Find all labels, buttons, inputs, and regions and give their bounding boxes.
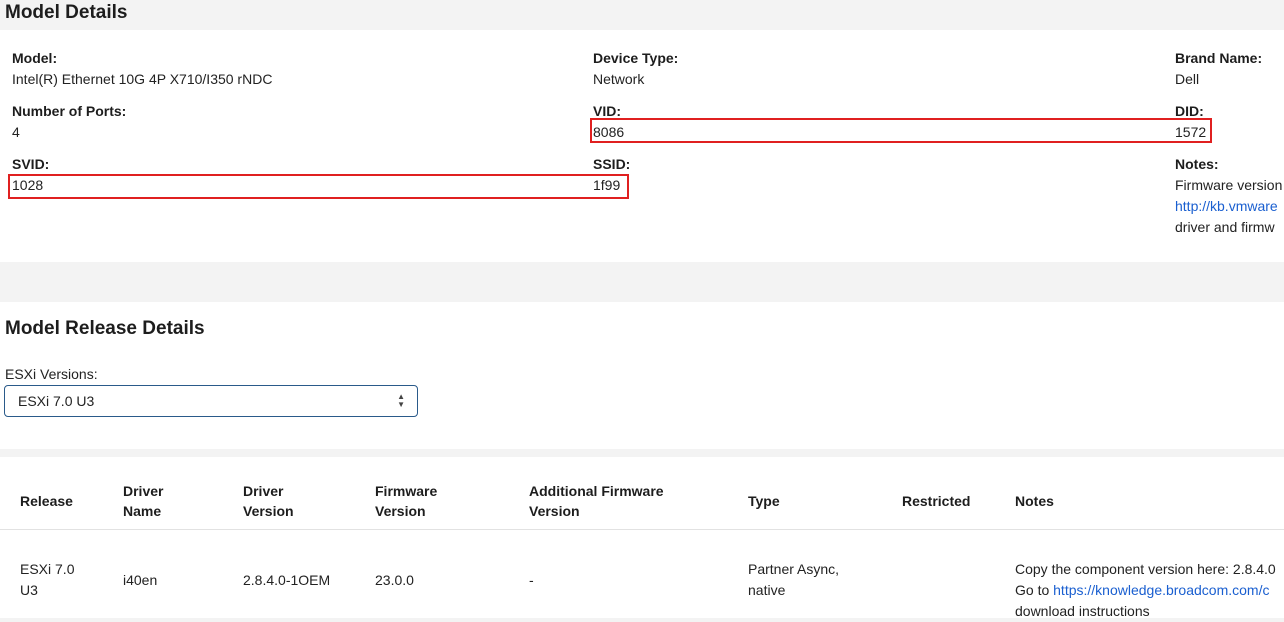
th-driver-version-line2: Version: [243, 503, 294, 519]
notes-line-3: driver and firmw: [1175, 219, 1275, 235]
model-release-title: Model Release Details: [5, 318, 205, 339]
ssid-label: SSID:: [593, 156, 631, 172]
td-notes-goto: Go to: [1015, 582, 1054, 598]
td-type: Partner Async, native: [748, 559, 839, 601]
device-type-value: Network: [593, 71, 645, 87]
ports-field: Number of Ports: 4: [12, 101, 126, 143]
model-value: Intel(R) Ethernet 10G 4P X710/I350 rNDC: [12, 71, 273, 87]
th-addl-fw-line1: Additional Firmware: [529, 483, 664, 499]
vid-did-highlight-box: [590, 118, 1212, 143]
th-firmware-line1: Firmware: [375, 483, 438, 499]
device-type-field: Device Type: Network: [593, 48, 678, 90]
brand-value: Dell: [1175, 71, 1200, 87]
model-field: Model: Intel(R) Ethernet 10G 4P X710/I35…: [12, 48, 272, 90]
th-firmware-version: Firmware Version: [375, 481, 437, 521]
td-notes-line2: Go to https://knowledge.broadcom.com/c: [1015, 580, 1284, 601]
model-details-title: Model Details: [5, 2, 128, 23]
th-additional-firmware: Additional Firmware Version: [529, 481, 664, 521]
notes-line-1: Firmware version: [1175, 177, 1283, 193]
notes-label: Notes:: [1175, 156, 1219, 172]
td-type-line1: Partner Async,: [748, 561, 840, 577]
device-type-label: Device Type:: [593, 50, 679, 66]
th-release: Release: [20, 493, 73, 509]
ports-value: 4: [12, 124, 20, 140]
table-row-release: ESXi 7.0 U3: [20, 559, 74, 601]
ports-label: Number of Ports:: [12, 103, 127, 119]
td-release-line1: ESXi 7.0: [20, 561, 75, 577]
th-driver-version: Driver Version: [243, 481, 294, 521]
th-type: Type: [748, 493, 780, 509]
esxi-versions-select[interactable]: ESXi 7.0 U3 ▲ ▼: [4, 385, 418, 417]
td-release-line2: U3: [20, 582, 38, 598]
th-driver-name: Driver Name: [123, 481, 163, 521]
td-type-line2: native: [748, 582, 786, 598]
svid-label: SVID:: [12, 156, 50, 172]
td-notes-link[interactable]: https://knowledge.broadcom.com/c: [1053, 582, 1269, 598]
td-notes: Copy the component version here: 2.8.4.0…: [1015, 559, 1284, 622]
select-arrows-icon: ▲ ▼: [397, 392, 405, 409]
brand-label: Brand Name:: [1175, 50, 1263, 66]
th-firmware-line2: Version: [375, 503, 426, 519]
notes-field: Notes: Firmware version http://kb.vmware…: [1175, 154, 1284, 238]
th-restricted: Restricted: [902, 493, 971, 509]
td-notes-line3: download instructions: [1015, 603, 1150, 619]
esxi-versions-label: ESXi Versions:: [5, 366, 98, 382]
esxi-selected-value: ESXi 7.0 U3: [18, 393, 95, 409]
td-driver-name: i40en: [123, 572, 158, 588]
svid-ssid-highlight-box: [8, 174, 629, 199]
model-label: Model:: [12, 50, 58, 66]
td-firmware-version: 23.0.0: [375, 572, 414, 588]
td-notes-line1: Copy the component version here: 2.8.4.0: [1015, 561, 1276, 577]
th-driver-name-line1: Driver: [123, 483, 164, 499]
notes-link[interactable]: http://kb.vmware: [1175, 198, 1278, 214]
th-driver-name-line2: Name: [123, 503, 162, 519]
td-driver-version: 2.8.4.0-1OEM: [243, 572, 331, 588]
table-header-divider: [0, 529, 1284, 530]
th-driver-version-line1: Driver: [243, 483, 284, 499]
th-notes: Notes: [1015, 493, 1054, 509]
brand-field: Brand Name: Dell: [1175, 48, 1262, 90]
th-addl-fw-line2: Version: [529, 503, 580, 519]
td-additional-firmware: -: [529, 572, 534, 588]
